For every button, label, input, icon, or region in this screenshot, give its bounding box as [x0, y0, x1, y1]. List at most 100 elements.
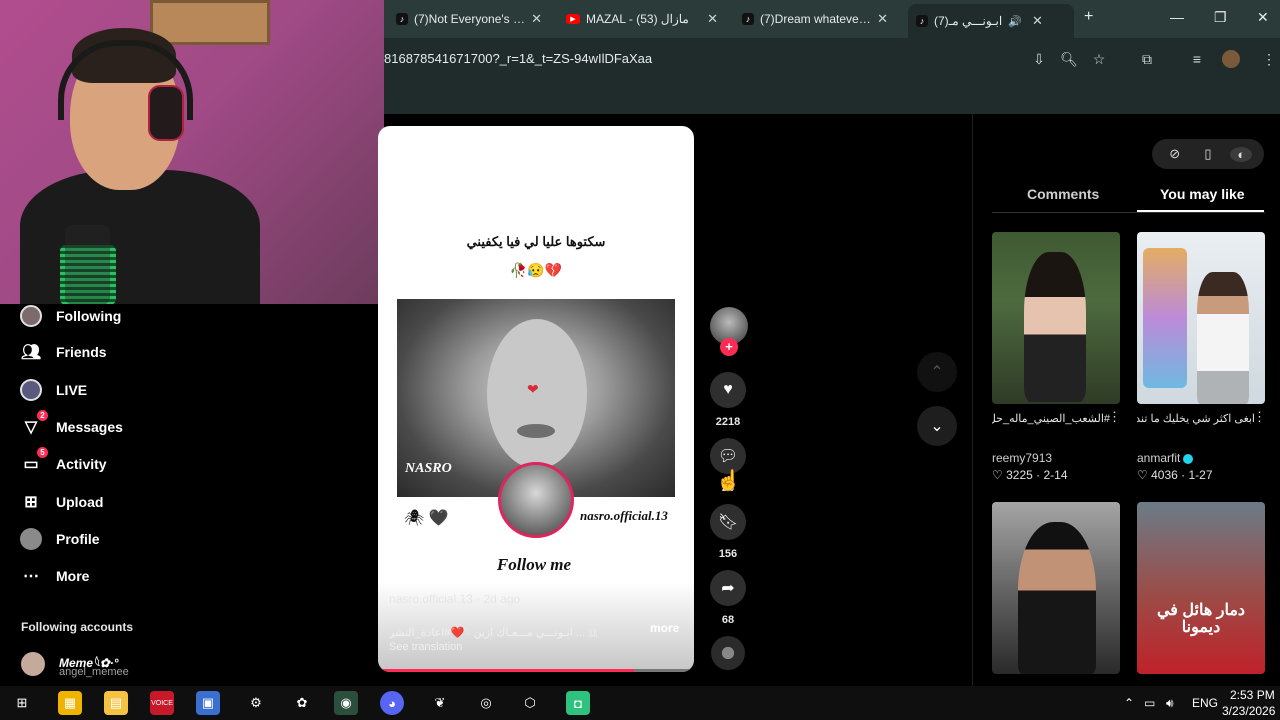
messages-badge: 2: [37, 410, 48, 421]
app-icon[interactable]: ▣: [196, 691, 220, 715]
recommended-video-title[interactable]: #الشعب_الصيني_ماله_حل #مغرب 😂😂 ...: [992, 412, 1110, 427]
close-icon[interactable]: ✕: [707, 11, 718, 27]
video-progress-bar[interactable]: [378, 669, 694, 672]
recommended-video-thumbnail[interactable]: [1137, 232, 1265, 404]
browser-tab-3[interactable]: ♪ (7)Dream whatever y ✕: [734, 6, 896, 32]
sidebar-item-friends[interactable]: 👥︎ Friends: [20, 341, 107, 363]
tab-title: (7)Dream whatever y: [760, 12, 872, 26]
sidebar-item-following[interactable]: Following: [20, 305, 121, 327]
save-button[interactable]: 🔖︎: [710, 504, 746, 540]
language-indicator[interactable]: ENG: [1192, 696, 1218, 710]
new-tab-button[interactable]: +: [1084, 8, 1093, 26]
following-accounts-heading: Following accounts: [21, 620, 134, 634]
share-icon: ➦: [721, 580, 735, 597]
install-app-icon[interactable]: ⇩: [1030, 50, 1048, 68]
tray-chevron-icon[interactable]: ⌃: [1124, 696, 1134, 710]
wall-frame: [150, 0, 270, 45]
media-control-icon[interactable]: ≡: [1188, 50, 1206, 68]
browser-menu-icon[interactable]: ⋮: [1260, 50, 1278, 68]
discord-icon[interactable]: ◕: [380, 691, 404, 715]
compass-icon[interactable]: ⊘: [1164, 146, 1186, 162]
more-options-icon[interactable]: ⋮: [1108, 409, 1121, 425]
app-icon[interactable]: ✿: [290, 691, 314, 715]
headset-earcup: [148, 85, 184, 141]
author-name: anmarfit: [1137, 451, 1181, 465]
avatar-icon[interactable]: ◐: [1230, 146, 1253, 162]
recommended-video-author[interactable]: anmarfit: [1137, 451, 1194, 465]
recommended-video-thumbnail[interactable]: [992, 232, 1120, 404]
next-video-button[interactable]: ⌄: [917, 406, 957, 446]
tab-comments[interactable]: Comments: [1027, 186, 1099, 202]
see-translation-link[interactable]: See translation: [389, 641, 462, 653]
video-player[interactable]: سكتوها عليا لي فيا يكفيني 🥀😥💔 ❤ NASRO 🕷 …: [378, 126, 694, 672]
maximize-button[interactable]: ❐: [1214, 9, 1227, 26]
browser-tab-active[interactable]: ♪ (7)ابـونـــي مـ 🔊 ✕: [908, 4, 1074, 38]
tab-divider: [992, 212, 1265, 213]
volume-icon[interactable]: 🔊︎: [1166, 696, 1174, 711]
file-explorer-icon[interactable]: ▤: [104, 691, 128, 715]
clock-date[interactable]: 3/23/2026: [1222, 704, 1275, 718]
close-icon[interactable]: ✕: [877, 11, 888, 27]
sidebar-item-messages[interactable]: ▽ 2 Messages: [20, 410, 123, 438]
recommended-video-thumbnail[interactable]: [992, 502, 1120, 674]
follow-plus-button[interactable]: +: [720, 338, 738, 356]
video-icons-line: 🕷 🖤: [404, 510, 449, 527]
video-author-date[interactable]: nasro.official.13 · 2d ago: [389, 592, 520, 606]
recommended-video-author[interactable]: reemy7913: [992, 451, 1052, 465]
sidebar-item-upload[interactable]: ⊞ Upload: [20, 491, 103, 513]
previous-video-button[interactable]: ⌃: [917, 352, 957, 392]
share-button[interactable]: ➦: [710, 570, 746, 606]
windows-start-icon[interactable]: ⊞: [10, 691, 34, 715]
store-icon[interactable]: ▦: [58, 691, 82, 715]
more-icon: ⋯: [23, 568, 39, 585]
recommended-video-stats: ♡ 4036 · 1-27: [1137, 468, 1213, 482]
sidebar-item-profile[interactable]: Profile: [20, 528, 100, 550]
close-window-button[interactable]: ✕: [1257, 9, 1269, 26]
messages-icon: ▽ 2: [20, 410, 48, 438]
recommended-video-title[interactable]: ابغى اكثر شي يخليك ما تندم في الدايت ؟ .…: [1137, 412, 1255, 427]
chrome-icon[interactable]: ◉: [334, 691, 358, 715]
url-text[interactable]: 816878541671700?_r=1&_t=ZS-94wIlDFaXaa: [384, 51, 652, 66]
app-icon[interactable]: ❦: [428, 691, 452, 715]
browser-tab-1[interactable]: ♪ (7)Not Everyone's He ✕: [388, 6, 550, 32]
close-icon[interactable]: ✕: [1032, 13, 1043, 29]
voice-app-icon[interactable]: VOICE: [150, 691, 174, 715]
following-avatar-icon: [20, 305, 42, 327]
browser-tab-2[interactable]: ▶ MAZAL - مازال (53) ✕: [558, 6, 726, 32]
sidebar-item-label: Profile: [56, 531, 100, 547]
recommended-video-stats: ♡ 3225 · 2-14: [992, 468, 1068, 482]
zoom-icon[interactable]: 🔍︎: [1060, 50, 1078, 68]
app-icon[interactable]: ⬡: [518, 691, 542, 715]
video-follow-text: Follow me: [496, 555, 572, 574]
settings-icon[interactable]: ⚙: [244, 691, 268, 715]
minimize-button[interactable]: —: [1170, 9, 1184, 25]
profile-avatar[interactable]: [1222, 50, 1240, 68]
windows-taskbar: [0, 686, 1280, 720]
phone-icon[interactable]: ▯: [1197, 146, 1219, 162]
microphone: [65, 225, 110, 304]
account-avatar[interactable]: [21, 652, 45, 676]
share-count: 68: [721, 614, 735, 626]
sidebar-item-label: Activity: [56, 456, 107, 472]
sidebar-item-activity[interactable]: ▭ 5 Activity: [20, 447, 107, 475]
app-icon[interactable]: ◎: [474, 691, 498, 715]
sidebar-item-live[interactable]: LIVE: [20, 379, 87, 401]
heart-sticker-icon: ❤: [527, 381, 539, 397]
video-emoji-line: 🥀😥💔: [509, 262, 563, 278]
clock-time[interactable]: 2:53 PM: [1230, 688, 1275, 702]
close-icon[interactable]: ✕: [531, 11, 542, 27]
extensions-icon[interactable]: ⧉: [1138, 50, 1156, 68]
music-disc-icon[interactable]: [711, 636, 745, 670]
video-profile-picture: [498, 462, 574, 538]
recommended-video-thumbnail[interactable]: دمار هائل في ديمونا: [1137, 502, 1265, 674]
bookmark-star-icon[interactable]: ☆: [1090, 50, 1108, 68]
app-icon[interactable]: ◘: [566, 691, 590, 715]
speaker-icon[interactable]: 🔊: [1008, 15, 1022, 28]
network-icon[interactable]: ▭: [1144, 696, 1155, 710]
tab-you-may-like[interactable]: You may like: [1160, 186, 1245, 202]
thumbnail-overlay-text: دمار هائل في ديمونا: [1156, 602, 1246, 636]
caption-more-link[interactable]: more: [650, 621, 679, 635]
like-button[interactable]: ♥: [710, 372, 746, 408]
sidebar-item-more[interactable]: ⋯ More: [20, 565, 89, 587]
more-options-icon[interactable]: ⋮: [1253, 409, 1266, 425]
